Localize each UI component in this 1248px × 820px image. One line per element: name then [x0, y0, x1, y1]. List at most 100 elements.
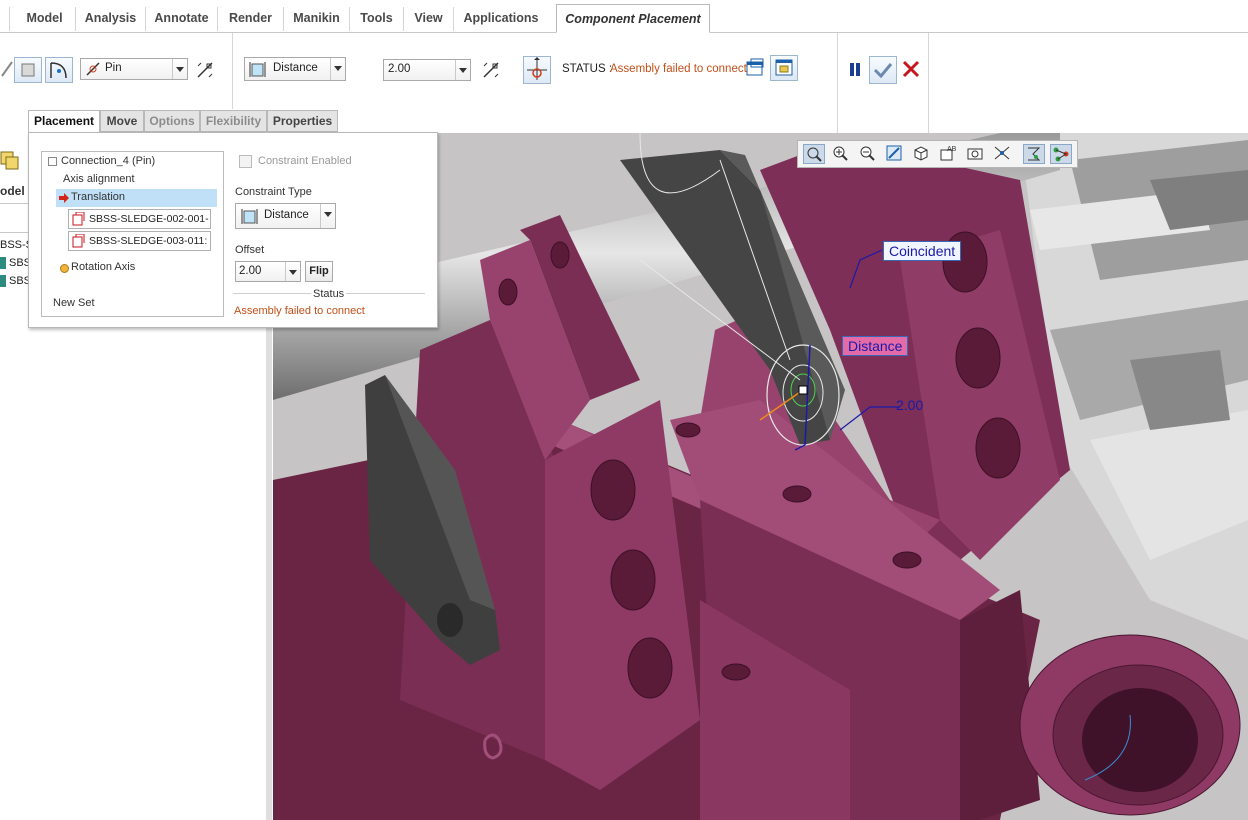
constraint-set-tree: Connection_4 (Pin) Axis alignment Transl…	[41, 151, 224, 317]
collapse-icon[interactable]	[48, 157, 57, 166]
ribbon-separator	[837, 33, 838, 133]
part-reference-icon	[72, 212, 85, 226]
rotation-axis-item[interactable]: Rotation Axis	[71, 261, 135, 273]
datum-icon	[994, 146, 1010, 160]
assembly-window-button[interactable]	[770, 55, 798, 81]
annotation-display-button[interactable]	[1023, 144, 1045, 164]
reference-text: SBSS-SLEDGE-002-001-	[89, 213, 209, 225]
camera-icon	[967, 148, 983, 160]
zoom-out-icon	[860, 146, 875, 161]
distance-constraint-icon	[241, 209, 258, 224]
ok-button[interactable]	[869, 56, 897, 84]
constraint-type-dropdown[interactable]: Distance	[244, 57, 346, 81]
set-icon	[21, 63, 35, 77]
axis-alignment-item[interactable]: Axis alignment	[63, 173, 135, 185]
connection-type-dropdown[interactable]: Pin	[80, 58, 188, 80]
zoom-out-button[interactable]	[857, 144, 879, 164]
status-heading: Status	[311, 288, 347, 300]
connection-type-value: Pin	[105, 62, 122, 74]
saved-view-icon: AB	[940, 146, 957, 161]
layers-icon[interactable]	[0, 149, 22, 171]
reference-field[interactable]: SBSS-SLEDGE-003-011:	[68, 231, 211, 251]
constraint-type-value: Distance	[273, 62, 318, 74]
distance-constraint-icon	[249, 62, 266, 77]
flip-button[interactable]: Flip	[305, 261, 333, 282]
repaint-icon	[886, 145, 902, 161]
subtab-move[interactable]: Move	[100, 110, 144, 132]
connection-item[interactable]: Connection_4 (Pin)	[61, 155, 155, 167]
connection-icon	[50, 62, 67, 79]
annotation-icon	[1028, 147, 1041, 161]
assembly-window-icon	[775, 59, 793, 76]
tab-applications[interactable]: Applications	[454, 7, 548, 31]
ribbon-separator	[232, 33, 233, 109]
display-style-button[interactable]	[911, 144, 933, 164]
offset-value-combo[interactable]: 2.00	[383, 59, 471, 81]
saved-orientations-button[interactable]: AB	[938, 144, 960, 164]
view-manager-button[interactable]	[965, 144, 987, 164]
panel-offset-value[interactable]: 2.00	[239, 265, 261, 277]
new-set-link[interactable]: New Set	[53, 297, 95, 309]
chevron-down-icon[interactable]	[172, 59, 187, 79]
refit-button[interactable]	[803, 144, 825, 164]
tab-manikin[interactable]: Manikin	[284, 7, 350, 31]
tab-tools[interactable]: Tools	[350, 7, 404, 31]
tab-model[interactable]: Model	[14, 7, 76, 31]
zoom-in-icon	[833, 146, 848, 161]
subtab-flexibility[interactable]: Flexibility	[200, 110, 267, 132]
chevron-down-icon[interactable]	[285, 262, 300, 281]
distance-label[interactable]: Distance	[842, 336, 909, 356]
placement-panel: Connection_4 (Pin) Axis alignment Transl…	[28, 132, 438, 328]
subtab-properties[interactable]: Properties	[267, 110, 338, 132]
tab-overflow[interactable]	[0, 7, 10, 31]
part-icon	[0, 257, 6, 269]
chevron-down-icon[interactable]	[455, 60, 470, 80]
coincident-label[interactable]: Coincident	[883, 241, 962, 261]
cancel-button[interactable]	[899, 57, 923, 81]
status-dot-icon	[60, 264, 69, 273]
offset-value-text[interactable]: 2.00	[388, 63, 410, 75]
chevron-down-icon[interactable]	[330, 58, 345, 80]
ribbon-tab-bar: Model Analysis Annotate Render Manikin T…	[0, 0, 1248, 33]
flip-constraint-icon[interactable]	[195, 60, 215, 80]
partial-tool-icon[interactable]	[0, 59, 14, 79]
separate-window-button[interactable]	[745, 57, 767, 79]
datum-display-button[interactable]	[992, 144, 1014, 164]
panel-status-text: Assembly failed to connect	[234, 305, 365, 317]
tab-render[interactable]: Render	[218, 7, 284, 31]
constraint-type-label: Constraint Type	[235, 186, 312, 198]
reference-field[interactable]: SBSS-SLEDGE-002-001-	[68, 209, 211, 229]
view-toolbar: AB	[797, 140, 1078, 168]
chevron-down-icon[interactable]	[320, 204, 335, 228]
translation-item[interactable]: Translation	[56, 189, 217, 207]
constraint-enabled-label: Constraint Enabled	[258, 155, 352, 167]
model-tree-search-input[interactable]	[0, 203, 31, 233]
constraint-enabled-checkbox[interactable]	[239, 155, 252, 168]
checkmark-icon	[873, 63, 893, 79]
placement-move-button[interactable]	[523, 56, 551, 84]
panel-constraint-type-value: Distance	[264, 209, 309, 221]
tab-analysis[interactable]: Analysis	[76, 7, 146, 31]
pause-button[interactable]	[843, 57, 867, 81]
user-defined-set-button[interactable]	[14, 57, 42, 83]
tab-annotate[interactable]: Annotate	[146, 7, 218, 31]
zoom-in-button[interactable]	[830, 144, 852, 164]
repaint-button[interactable]	[884, 144, 906, 164]
subtab-placement[interactable]: Placement	[28, 110, 100, 133]
translation-label: Translation	[71, 191, 126, 203]
tab-view[interactable]: View	[404, 7, 454, 31]
subtab-options[interactable]: Options	[144, 110, 200, 132]
panel-offset-combo[interactable]: 2.00	[235, 261, 301, 282]
panel-constraint-type-dropdown[interactable]: Distance	[235, 203, 336, 229]
flip-offset-icon[interactable]	[481, 60, 501, 80]
svg-text:AB: AB	[947, 146, 957, 153]
refit-icon	[807, 147, 822, 162]
dimension-value[interactable]: 2.00	[893, 397, 926, 413]
mechanism-connection-button[interactable]	[45, 57, 73, 83]
close-icon	[902, 60, 920, 78]
status-message: Assembly failed to connect	[610, 63, 747, 75]
cube-icon	[914, 146, 928, 161]
tab-component-placement[interactable]: Component Placement	[556, 4, 710, 33]
arrow-right-icon	[59, 193, 69, 203]
spin-center-button[interactable]	[1050, 144, 1072, 164]
